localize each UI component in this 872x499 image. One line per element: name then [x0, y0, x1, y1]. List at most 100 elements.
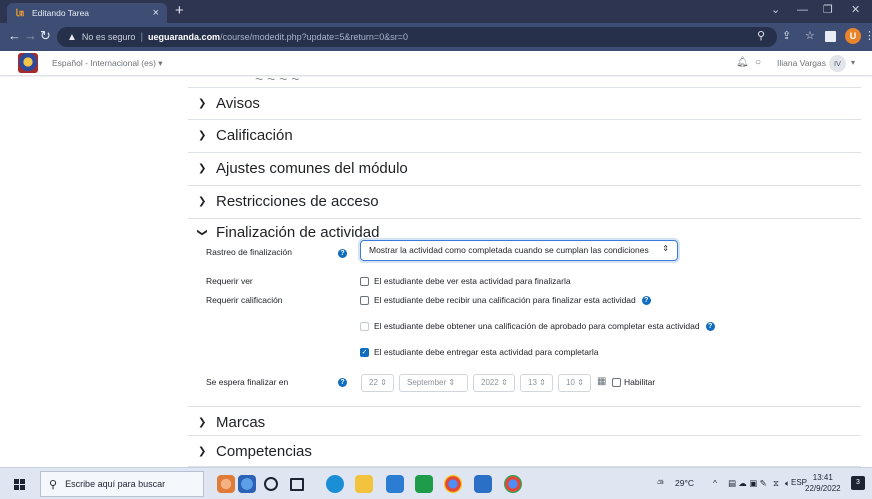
section-restricciones[interactable]: ❯ Restricciones de acceso [188, 186, 861, 219]
user-name[interactable]: Iliana Vargas [777, 58, 826, 68]
submit-text[interactable]: El estudiante debe entregar esta activid… [374, 347, 598, 357]
bookmark-star-icon[interactable]: ☆ [805, 30, 815, 42]
maximize-icon[interactable]: ❐ [823, 4, 833, 16]
widget-icon[interactable] [238, 475, 256, 493]
browser-tab-strip: ㏐ Editando Tarea × + ⌄ — ❐ ✕ [0, 0, 872, 23]
forward-arrow-icon[interactable]: → [24, 29, 37, 43]
user-menu-caret-icon[interactable]: ▾ [851, 58, 855, 67]
wifi-icon[interactable]: ⧖ [773, 478, 779, 489]
help-question-icon[interactable]: ? [338, 378, 347, 387]
language-selector[interactable]: Español - Internacional (es) ▾ [52, 58, 163, 69]
require-view-row[interactable]: El estudiante debe ver esta actividad pa… [360, 276, 571, 286]
browser-tab[interactable]: ㏐ Editando Tarea × [7, 3, 167, 23]
windows-start-icon[interactable] [14, 479, 25, 490]
minute-select: 10 ⇕ [558, 374, 591, 392]
section-title[interactable]: Competencias [216, 443, 312, 460]
spreadsheet-icon[interactable] [415, 475, 433, 493]
select-arrows-icon: ⇕ [662, 244, 669, 253]
mail-icon[interactable] [474, 475, 492, 493]
section-finalizacion[interactable]: ❯ Finalización de actividad [188, 219, 861, 241]
chrome-icon[interactable] [444, 475, 462, 493]
chevron-right-icon: ❯ [198, 417, 207, 428]
user-avatar[interactable]: IV [829, 55, 846, 72]
section-ajustes-comunes[interactable]: ❯ Ajustes comunes del módulo [188, 153, 861, 186]
security-label[interactable]: No es seguro [82, 32, 136, 42]
store-icon[interactable] [386, 475, 404, 493]
section-title[interactable]: Avisos [216, 95, 260, 112]
help-question-icon[interactable]: ? [641, 295, 651, 305]
reload-icon[interactable]: ↻ [40, 29, 51, 43]
weather-sun-icon[interactable]: ⛅︎ [657, 478, 664, 489]
tracking-select-value: Mostrar la actividad como completada cua… [369, 245, 649, 255]
section-title[interactable]: Marcas [216, 414, 265, 431]
browser-menu-icon[interactable]: ⋮ [864, 30, 872, 42]
back-arrow-icon[interactable]: ← [8, 29, 21, 43]
section-title[interactable]: Finalización de actividad [216, 224, 379, 241]
taskbar-search[interactable]: ⚲ Escribe aquí para buscar [40, 471, 204, 497]
search-placeholder[interactable]: Escribe aquí para buscar [65, 479, 165, 489]
edge-icon[interactable] [326, 475, 344, 493]
year-value: 2022 [481, 378, 499, 387]
require-grade-label: Requerir calificación [206, 295, 283, 305]
tray-apps-icon[interactable]: ▤ ☁ ▣ ✎ [728, 478, 767, 489]
pass-grade-checkbox [360, 321, 369, 331]
address-bar[interactable]: ▲ No es seguro | ueguaranda.com /course/… [57, 27, 777, 47]
volume-icon[interactable]: 🔈︎ [785, 478, 790, 489]
notification-center-badge[interactable]: 3 [851, 476, 865, 490]
help-question-icon[interactable]: ? [338, 249, 347, 258]
zoom-search-icon[interactable]: ⚲ [757, 30, 765, 42]
profile-avatar[interactable]: U [845, 28, 861, 44]
help-question-icon[interactable]: ? [705, 321, 715, 331]
weather-temp[interactable]: 29°C [675, 478, 694, 488]
require-view-text[interactable]: El estudiante debe ver esta actividad pa… [374, 276, 571, 286]
task-view-icon[interactable] [290, 478, 304, 491]
file-explorer-icon[interactable] [355, 475, 373, 493]
year-select: 2022 ⇕ [473, 374, 515, 392]
chevron-down-icon: ❯ [196, 228, 208, 237]
section-marcas[interactable]: ❯ Marcas [188, 406, 861, 436]
submit-row[interactable]: ✓ El estudiante debe entregar esta activ… [360, 347, 598, 357]
section-calificacion[interactable]: ❯ Calificación [188, 120, 861, 153]
share-icon[interactable]: ⇪ [782, 30, 791, 42]
messages-icon[interactable]: ○ [755, 57, 761, 68]
section-title[interactable]: Calificación [216, 127, 293, 144]
day-value: 22 [369, 378, 378, 387]
cortana-icon[interactable] [217, 475, 235, 493]
enable-checkbox[interactable] [612, 377, 621, 387]
pass-grade-text: El estudiante debe obtener una calificac… [374, 321, 700, 331]
month-select: September ⇕ [399, 374, 468, 392]
tray-chevron-icon[interactable]: ^ [713, 478, 717, 488]
minimize-icon[interactable]: — [797, 4, 808, 16]
chevron-right-icon: ❯ [198, 98, 207, 109]
moodle-favicon-icon: ㏐ [15, 8, 25, 18]
hour-value: 13 [528, 378, 537, 387]
search-icon: ⚲ [49, 478, 58, 491]
taskbar-clock[interactable]: 13:41 22/9/2022 [805, 472, 841, 494]
enable-label[interactable]: Habilitar [624, 377, 655, 387]
clock-time: 13:41 [812, 473, 833, 482]
section-title[interactable]: Ajustes comunes del módulo [216, 160, 408, 177]
close-window-icon[interactable]: ✕ [851, 4, 860, 16]
expected-label: Se espera finalizar en [206, 377, 289, 387]
extensions-icon[interactable] [825, 31, 836, 42]
require-grade-text[interactable]: El estudiante debe recibir una calificac… [374, 295, 636, 305]
calendar-icon: ▦ [597, 376, 607, 387]
enable-row[interactable]: Habilitar [612, 377, 655, 387]
tab-search-chevron-icon[interactable]: ⌄ [771, 4, 780, 16]
close-tab-icon[interactable]: × [153, 8, 159, 19]
section-title[interactable]: Restricciones de acceso [216, 193, 379, 210]
section-avisos[interactable]: ❯ Avisos [188, 87, 861, 120]
windows-taskbar: ⚲ Escribe aquí para buscar ⛅︎ 29°C ^ ▤ ☁… [0, 467, 872, 499]
chrome-active-icon[interactable] [504, 475, 522, 493]
school-logo[interactable] [18, 53, 38, 73]
warning-triangle-icon[interactable]: ▲ [67, 32, 77, 43]
require-view-checkbox[interactable] [360, 276, 369, 286]
notifications-bell-icon[interactable]: 🔔︎ [736, 57, 749, 68]
require-grade-row[interactable]: El estudiante debe recibir una calificac… [360, 295, 651, 305]
cortana-circle-icon[interactable] [264, 477, 278, 491]
section-competencias[interactable]: ❯ Competencias [188, 436, 861, 467]
new-tab-button[interactable]: + [175, 3, 184, 18]
submit-checkbox-checked[interactable]: ✓ [360, 347, 369, 357]
completion-tracking-select[interactable]: Mostrar la actividad como completada cua… [360, 240, 678, 261]
require-grade-checkbox[interactable] [360, 295, 369, 305]
